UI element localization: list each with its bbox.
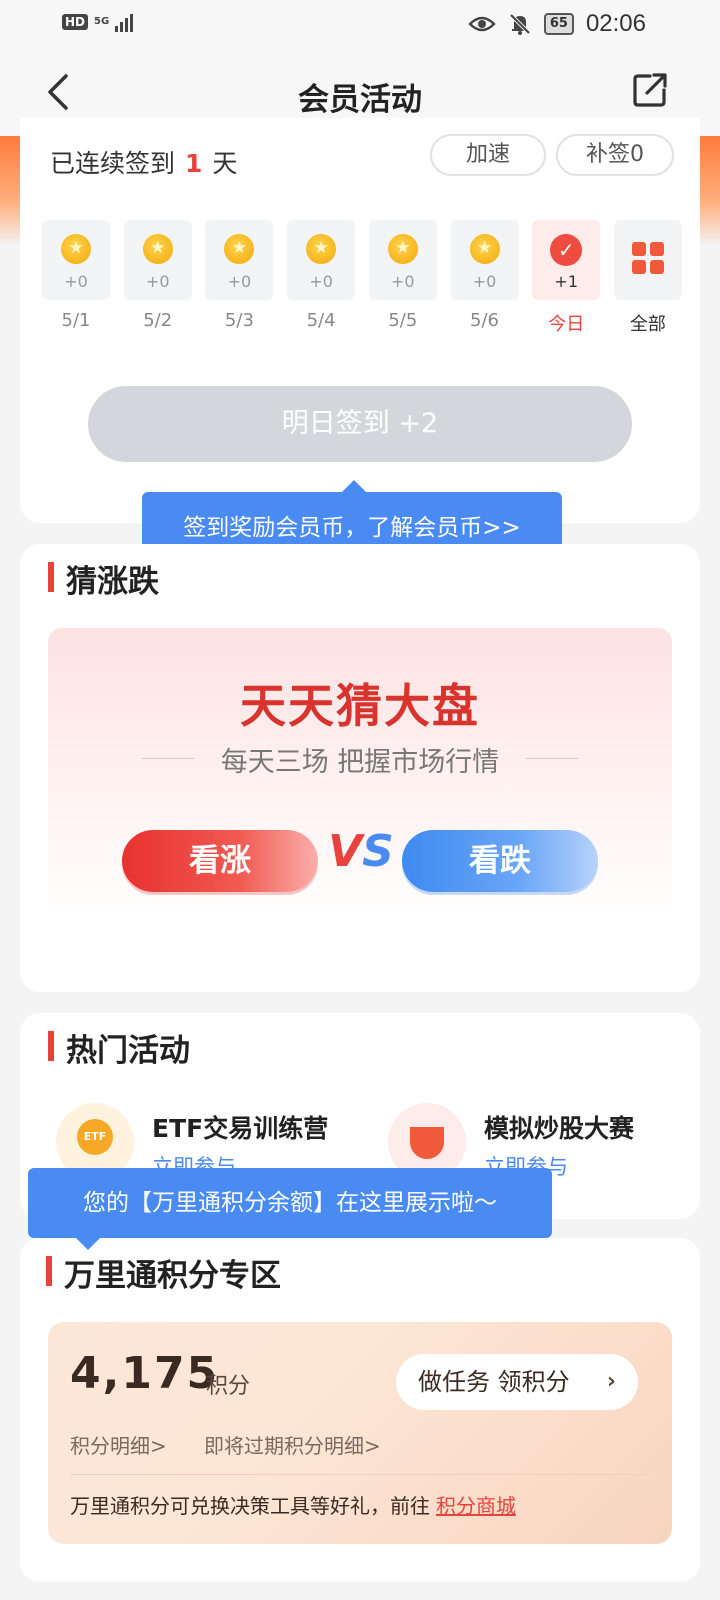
hd-icon: HD xyxy=(62,14,89,30)
rise-button[interactable]: 看涨 xyxy=(122,830,318,892)
signin-day: ★ +0 5/6 xyxy=(450,220,519,336)
points-card: 万里通积分专区 4,175 积分 做任务 领积分 › 积分明细> 即将过期积分明… xyxy=(20,1238,700,1582)
fall-button[interactable]: 看跌 xyxy=(402,830,598,892)
banner-title: 天天猜大盘 xyxy=(240,679,480,733)
status-bar: HD 5G 65 02:06 xyxy=(0,0,720,48)
day-box: ★ +0 xyxy=(450,220,519,300)
day-box: ★ +0 xyxy=(42,220,110,300)
guess-section-title: 猜涨跌 xyxy=(48,556,159,601)
coin-icon: ★ xyxy=(469,234,500,264)
bell-muted-icon xyxy=(509,13,531,35)
points-section-title: 万里通积分专区 xyxy=(46,1250,281,1295)
battery-icon: 65 xyxy=(543,13,574,35)
status-left: HD 5G xyxy=(62,12,134,32)
day-box: ★ +0 xyxy=(287,220,356,300)
network-label: 5G xyxy=(94,16,110,27)
signin-day-today: ✓ +1 今日 xyxy=(532,220,601,336)
divider xyxy=(70,1474,650,1475)
streak-text: 已连续签到 1 天 xyxy=(50,149,238,178)
signin-all[interactable]: 全部 xyxy=(613,220,682,336)
chevron-right-icon: › xyxy=(606,1369,616,1394)
coin-icon: ★ xyxy=(61,234,91,264)
signin-day: ★ +0 5/5 xyxy=(368,220,437,336)
vs-icon: VS xyxy=(328,826,394,877)
hot-section-title: 热门活动 xyxy=(48,1025,190,1070)
day-box-today: ✓ +1 xyxy=(532,220,601,300)
tomorrow-signin-button[interactable]: 明日签到 +2 xyxy=(88,386,632,462)
day-box-all[interactable] xyxy=(613,220,682,300)
eye-icon xyxy=(468,16,496,32)
guess-banner[interactable]: 天天猜大盘 每天三场 把握市场行情 看涨 VS 看跌 xyxy=(48,628,672,928)
day-box: ★ +0 xyxy=(123,220,192,300)
day-box: ★ +0 xyxy=(205,220,274,300)
banner-subtitle: 每天三场 把握市场行情 xyxy=(220,747,500,778)
signin-day: ★ +0 5/1 xyxy=(42,220,110,336)
expiring-points-link[interactable]: 即将过期积分明细> xyxy=(204,1430,381,1459)
coin-icon: ★ xyxy=(142,234,173,264)
share-icon[interactable] xyxy=(630,70,670,110)
clock: 02:06 xyxy=(585,10,646,37)
signin-card: 已连续签到 1 天 加速 补签0 ★ +0 5/1 ★ +0 5/2 ★ +0 5/… xyxy=(20,118,700,523)
activity-name: 模拟炒股大赛 xyxy=(484,1114,635,1143)
points-value: 4,175 xyxy=(70,1348,220,1399)
points-panel: 4,175 积分 做任务 领积分 › 积分明细> 即将过期积分明细> 万里通积分… xyxy=(48,1322,672,1544)
activity-name: ETF交易训练营 xyxy=(152,1114,329,1143)
signin-day: ★ +0 5/3 xyxy=(205,220,274,336)
coin-icon: ★ xyxy=(387,234,418,264)
all-label[interactable]: 全部 xyxy=(614,310,682,336)
points-detail-link[interactable]: 积分明细> xyxy=(70,1430,167,1459)
status-right: 65 02:06 xyxy=(468,10,646,38)
speed-up-button[interactable]: 加速 xyxy=(430,134,546,176)
signin-days: ★ +0 5/1 ★ +0 5/2 ★ +0 5/3 ★ +0 5/4 ★ +0… xyxy=(42,220,682,336)
points-note: 万里通积分可兑换决策工具等好礼，前往 积分商城 xyxy=(70,1494,516,1518)
signal-icon xyxy=(115,12,134,32)
day-box: ★ +0 xyxy=(368,220,437,300)
grid-icon xyxy=(631,242,664,274)
page-title: 会员活动 xyxy=(298,82,422,118)
do-task-button[interactable]: 做任务 领积分 › xyxy=(396,1354,638,1410)
points-balance-tooltip[interactable]: 您的【万里通积分余额】在这里展示啦～ xyxy=(28,1168,552,1250)
coin-icon: ★ xyxy=(306,234,337,264)
points-unit: 积分 xyxy=(206,1374,251,1399)
check-icon: ✓ xyxy=(550,234,583,266)
signin-day: ★ +0 5/2 xyxy=(123,220,192,336)
guess-card: 猜涨跌 天天猜大盘 每天三场 把握市场行情 看涨 VS 看跌 xyxy=(20,544,700,992)
makeup-signin-button[interactable]: 补签0 xyxy=(556,134,674,176)
banner-divider-right xyxy=(526,758,578,759)
coin-icon: ★ xyxy=(224,234,255,264)
signin-day: ★ +0 5/4 xyxy=(287,220,356,336)
points-mall-link[interactable]: 积分商城 xyxy=(436,1494,516,1518)
streak-days: 1 xyxy=(185,149,203,178)
